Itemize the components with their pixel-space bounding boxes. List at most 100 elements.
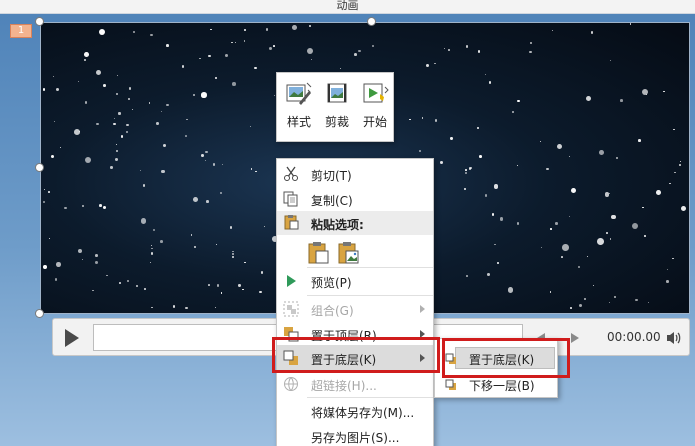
snow-particle xyxy=(264,225,266,228)
snow-particle xyxy=(92,289,95,292)
snow-particle xyxy=(219,191,222,194)
playback-time: 00:00.00 xyxy=(607,330,661,344)
snow-particle xyxy=(577,265,580,268)
snow-particle xyxy=(163,143,167,147)
snow-particle xyxy=(185,135,187,138)
snow-particle xyxy=(611,214,616,219)
snow-particle xyxy=(371,44,374,47)
paste-as-picture-icon[interactable] xyxy=(337,241,361,268)
snow-particle xyxy=(102,206,106,210)
resize-handle-bottom-left[interactable] xyxy=(35,309,44,318)
snow-particle xyxy=(667,269,669,271)
snow-particle xyxy=(674,172,676,174)
snow-particle xyxy=(143,184,146,187)
menu-item-copy[interactable]: 复制(C) xyxy=(277,186,433,212)
snow-particle xyxy=(516,222,520,225)
snow-particle xyxy=(358,49,361,53)
snow-particle xyxy=(669,182,671,184)
snow-particle xyxy=(221,163,223,165)
snow-particle xyxy=(128,97,131,100)
slide-number-badge: 1 xyxy=(10,24,32,38)
video-style-icon xyxy=(285,81,313,105)
submenu-item-label: 下移一层(B) xyxy=(469,379,535,393)
trim-button[interactable]: 剪裁 xyxy=(319,79,355,137)
snow-particle xyxy=(113,117,116,120)
snow-particle xyxy=(465,45,469,48)
snow-particle xyxy=(450,137,453,140)
snow-particle xyxy=(200,154,204,158)
snow-particle xyxy=(444,47,446,49)
snow-particle xyxy=(478,50,481,53)
snow-particle xyxy=(49,237,51,240)
snow-particle xyxy=(499,217,504,221)
snow-particle xyxy=(139,169,142,172)
snow-particle xyxy=(98,28,106,36)
snow-particle xyxy=(135,285,138,288)
snow-particle xyxy=(151,306,153,309)
snow-particle xyxy=(593,284,595,286)
snow-particle xyxy=(586,255,589,257)
snow-particle xyxy=(95,69,102,76)
snow-particle xyxy=(231,82,236,86)
paste-keep-format-icon[interactable] xyxy=(307,241,331,268)
menu-item-preview[interactable]: 预览(P) xyxy=(277,268,433,294)
start-button[interactable]: 开始 xyxy=(357,79,393,137)
snow-particle xyxy=(185,306,188,309)
snow-particle xyxy=(116,144,118,146)
snow-particle xyxy=(604,192,610,197)
menu-item-save-media-as[interactable]: 将媒体另存为(M)... xyxy=(277,398,433,424)
scissors-icon xyxy=(283,166,299,182)
snow-particle xyxy=(641,206,644,209)
snow-particle xyxy=(64,207,67,210)
snow-particle xyxy=(434,119,438,122)
snow-particle xyxy=(51,155,55,159)
menu-item-label: 预览(P) xyxy=(311,276,352,290)
snow-particle xyxy=(673,128,675,131)
menu-item-label: 另存为图片(S)... xyxy=(311,431,400,445)
snow-particle xyxy=(570,187,576,193)
snow-particle xyxy=(308,25,311,28)
snow-particle xyxy=(273,95,276,97)
snow-particle xyxy=(663,90,665,93)
resize-handle-middle-left[interactable] xyxy=(35,163,44,172)
snow-particle xyxy=(199,58,201,60)
volume-icon[interactable] xyxy=(665,330,683,346)
send-backward-icon xyxy=(445,379,457,391)
snow-particle xyxy=(243,40,245,42)
snow-particle xyxy=(635,298,638,302)
hyperlink-icon xyxy=(283,376,299,392)
snow-particle xyxy=(149,33,153,37)
snow-particle xyxy=(103,84,107,87)
snow-particle xyxy=(478,155,482,158)
snow-particle xyxy=(517,99,520,103)
snow-particle xyxy=(605,231,608,234)
snow-particle xyxy=(339,68,342,70)
menu-item-save-as-picture[interactable]: 另存为图片(S)... xyxy=(277,423,433,446)
menu-item-hyperlink[interactable]: 超链接(H)... xyxy=(277,371,433,397)
snow-particle xyxy=(579,303,583,307)
snow-particle xyxy=(152,228,156,232)
play-icon[interactable] xyxy=(61,328,81,348)
snow-particle xyxy=(586,95,592,101)
snow-particle xyxy=(484,73,487,76)
snow-particle xyxy=(568,155,571,158)
snow-particle xyxy=(149,102,151,104)
snow-particle xyxy=(464,172,467,174)
resize-handle-top-center[interactable] xyxy=(367,17,376,26)
snow-particle xyxy=(208,284,210,286)
snow-particle xyxy=(448,49,450,52)
menu-item-cut[interactable]: 剪切(T) xyxy=(277,161,433,187)
snow-particle xyxy=(116,74,119,76)
snow-particle xyxy=(487,272,491,276)
snow-particle xyxy=(242,288,244,291)
style-button[interactable]: 样式 xyxy=(281,79,317,137)
snow-particle xyxy=(307,47,314,54)
snow-particle xyxy=(476,126,480,129)
snow-particle xyxy=(156,122,159,125)
style-label: 样式 xyxy=(286,115,311,129)
snow-particle xyxy=(425,64,429,68)
snow-particle xyxy=(568,215,570,217)
menu-item-group[interactable]: 组合(G) xyxy=(277,296,433,322)
resize-handle-top-left[interactable] xyxy=(35,17,44,26)
snow-particle xyxy=(619,99,623,102)
